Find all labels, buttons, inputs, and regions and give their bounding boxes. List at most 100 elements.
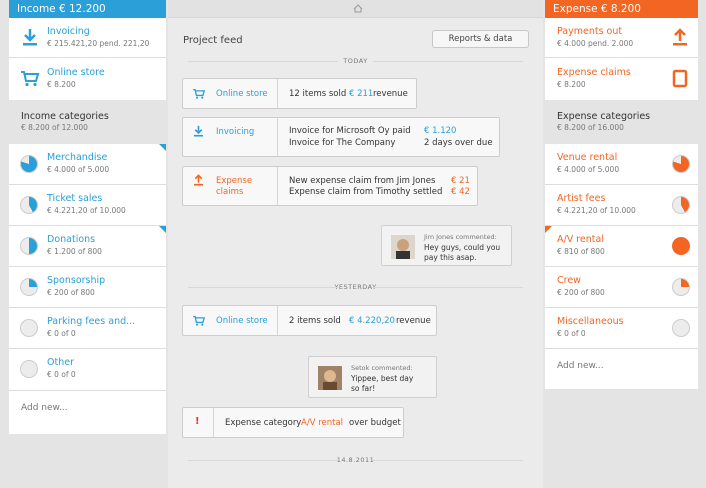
income-categories-sub: € 8.200 of 12.000 — [21, 123, 88, 132]
progress-pie-icon — [20, 278, 38, 296]
category-miscellaneous[interactable]: Miscellaneous € 0 of 0 — [545, 308, 698, 349]
feed-item-expense-claims[interactable]: Expense claims New expense claim from Ji… — [182, 166, 478, 206]
category-label: Ticket sales — [47, 193, 103, 204]
progress-pie-icon — [672, 237, 690, 255]
add-expense-category-button[interactable]: Add new... — [557, 361, 604, 371]
feed-item-budget-warning[interactable]: ! Expense category A/V rental over budge… — [182, 407, 404, 438]
budget-category: A/V rental — [301, 418, 344, 428]
feed-item-suffix: revenue — [396, 316, 431, 326]
income-header: Income € 12.200 — [9, 0, 166, 18]
payments-out-sub: € 4.000 pend. 2.000 — [557, 39, 634, 48]
income-summary: Invoicing € 215.421,20 pend. 221,20 Onli… — [9, 18, 166, 100]
expense-header: Expense € 8.200 — [545, 0, 698, 18]
category-sub: € 810 of 800 — [557, 247, 605, 256]
expense-categories-title: Expense categories — [557, 111, 651, 122]
feed-item-value: € 4.220,20 — [349, 316, 395, 326]
feed-item-line1: New expense claim from Jim Jones — [289, 176, 436, 186]
progress-pie-icon — [672, 319, 690, 337]
reports-data-button[interactable]: Reports & data — [432, 30, 529, 48]
comment-setok[interactable]: Setok commented: Yippee, best day so far… — [308, 356, 437, 398]
budget-prefix: Expense category — [225, 418, 302, 428]
invoicing-row[interactable]: Invoicing € 215.421,20 pend. 221,20 — [9, 18, 166, 58]
upload-icon — [193, 174, 204, 186]
flag-icon — [545, 226, 552, 233]
comment-message-line1: Yippee, best day — [351, 374, 414, 383]
category-sub: € 1.200 of 800 — [47, 247, 102, 256]
separator — [213, 408, 214, 437]
feed-item-text: 2 items sold — [289, 316, 341, 326]
income-categories-list: Merchandise € 4.000 of 5.000 Ticket sale… — [9, 144, 166, 434]
upload-icon — [673, 28, 687, 46]
category-merchandise[interactable]: Merchandise € 4.000 of 5.000 — [9, 144, 166, 185]
online-store-row[interactable]: Online store € 8.200 — [9, 59, 166, 100]
category-sub: € 200 of 800 — [557, 288, 605, 297]
flag-icon — [159, 144, 166, 151]
comment-author: Setok commented: — [351, 364, 413, 372]
separator — [277, 167, 278, 205]
progress-pie-icon — [20, 319, 38, 337]
feed-item-label: Invoicing — [216, 127, 255, 137]
payments-out-row[interactable]: Payments out € 4.000 pend. 2.000 — [545, 18, 698, 58]
category-sub: € 4.221,20 of 10.000 — [47, 206, 126, 215]
separator — [277, 306, 278, 335]
expense-claims-label: Expense claims — [557, 67, 631, 78]
feed-item-value: € 211 — [349, 89, 374, 99]
category-other[interactable]: Other € 0 of 0 — [9, 349, 166, 391]
download-icon — [193, 125, 204, 137]
feed-item-value2: € 42 — [451, 187, 470, 197]
comment-message-line2: pay this asap. — [424, 253, 477, 262]
add-income-category-button[interactable]: Add new... — [21, 403, 68, 413]
project-feed: Project feed Reports & data TODAY Online… — [168, 0, 543, 488]
progress-pie-icon — [20, 155, 38, 173]
category-donations[interactable]: Donations € 1.200 of 800 — [9, 226, 166, 267]
category-crew[interactable]: Crew € 200 of 800 — [545, 267, 698, 308]
online-store-label: Online store — [47, 67, 105, 78]
progress-pie-icon — [672, 155, 690, 173]
today-divider: TODAY — [168, 57, 543, 65]
warning-icon: ! — [195, 416, 200, 427]
feed-item-label: Online store — [216, 89, 268, 99]
online-store-sub: € 8.200 — [47, 80, 76, 89]
category-sub: € 4.221,20 of 10.000 — [557, 206, 636, 215]
progress-pie-icon — [20, 360, 38, 378]
category-venue-rental[interactable]: Venue rental € 4.000 of 5.000 — [545, 144, 698, 185]
home-icon[interactable] — [353, 4, 363, 13]
category-sub: € 0 of 0 — [47, 370, 76, 379]
feed-item-value1: € 21 — [451, 176, 470, 186]
invoicing-label: Invoicing — [47, 26, 90, 37]
feed-title: Project feed — [183, 35, 243, 46]
avatar — [391, 235, 415, 259]
comment-message-line1: Hey guys, could you — [424, 243, 501, 252]
feed-item-online-store[interactable]: Online store 12 items sold € 211 revenue — [182, 78, 417, 109]
category-sub: € 0 of 0 — [557, 329, 586, 338]
category-artist-fees[interactable]: Artist fees € 4.221,20 of 10.000 — [545, 185, 698, 226]
feed-item-line1: Invoice for Microsoft Oy paid — [289, 126, 411, 136]
feed-item-label-2: claims — [216, 187, 244, 197]
expense-claims-row[interactable]: Expense claims € 8.200 — [545, 59, 698, 100]
category-sponsorship[interactable]: Sponsorship € 200 of 800 — [9, 267, 166, 308]
category-sub: € 4.000 of 5.000 — [47, 165, 110, 174]
feed-item-value2: 2 days over due — [424, 138, 493, 148]
feed-item-suffix: revenue — [373, 89, 408, 99]
date-divider: 14.8.2011 — [168, 456, 543, 464]
progress-pie-icon — [20, 237, 38, 255]
category-ticket-sales[interactable]: Ticket sales € 4.221,20 of 10.000 — [9, 185, 166, 226]
feed-item-online-store-yesterday[interactable]: Online store 2 items sold € 4.220,20 rev… — [182, 305, 437, 336]
category-sub: € 200 of 800 — [47, 288, 95, 297]
avatar — [318, 366, 342, 390]
yesterday-divider: YESTERDAY — [168, 283, 543, 291]
invoicing-sub: € 215.421,20 pend. 221,20 — [47, 39, 150, 48]
progress-pie-icon — [20, 196, 38, 214]
cart-icon — [21, 71, 40, 87]
category-av-rental[interactable]: A/V rental € 810 of 800 — [545, 226, 698, 267]
progress-pie-icon — [672, 196, 690, 214]
category-parking[interactable]: Parking fees and... € 0 of 0 — [9, 308, 166, 349]
receipt-icon — [672, 69, 688, 88]
category-label: Miscellaneous — [557, 316, 624, 327]
feed-item-invoicing[interactable]: Invoicing Invoice for Microsoft Oy paid … — [182, 117, 500, 157]
feed-item-label: Expense — [216, 176, 253, 186]
feed-item-label: Online store — [216, 316, 268, 326]
budget-suffix: over budget — [349, 418, 401, 428]
comment-jim-jones[interactable]: Jim Jones commented: Hey guys, could you… — [381, 225, 512, 266]
separator — [277, 118, 278, 156]
